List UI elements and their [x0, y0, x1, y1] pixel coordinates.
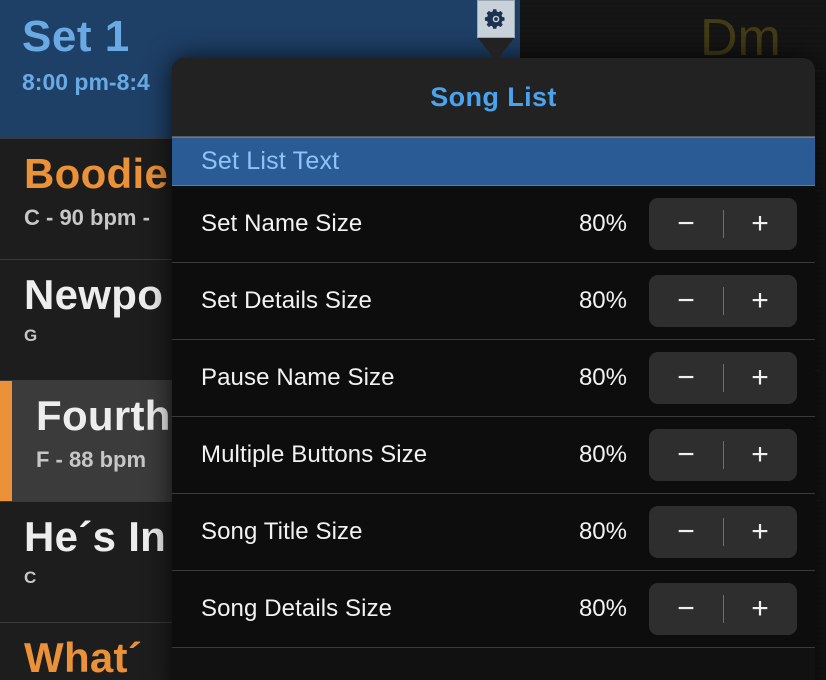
setting-row-set-name-size[interactable]: Set Name Size 80% − + [172, 186, 815, 263]
dialog-pointer [477, 37, 515, 61]
setting-value: 80% [578, 518, 627, 545]
stepper-divider [723, 364, 724, 392]
section-header-label: Set List Text [201, 147, 340, 175]
setting-value: 80% [578, 595, 627, 622]
setting-value: 80% [578, 287, 627, 314]
stepper-divider [723, 441, 724, 469]
decrement-button[interactable]: − [649, 506, 723, 558]
setting-label: Pause Name Size [201, 364, 395, 391]
setting-label: Set Details Size [201, 287, 373, 314]
decrement-button[interactable]: − [649, 429, 723, 481]
decrement-button[interactable]: − [649, 583, 723, 635]
decrement-button[interactable]: − [649, 275, 723, 327]
increment-button[interactable]: + [723, 352, 797, 404]
setting-value: 80% [578, 441, 627, 468]
app-root: Dm G C E A B Set 1 8:00 pm-8:4 Boodie C … [0, 0, 826, 680]
increment-button[interactable]: + [723, 198, 797, 250]
setting-row-multiple-buttons-size[interactable]: Multiple Buttons Size 80% − + [172, 417, 815, 494]
setting-row-set-details-size[interactable]: Set Details Size 80% − + [172, 263, 815, 340]
stepper-song-title-size[interactable]: − + [649, 506, 797, 558]
setting-row-song-details-size[interactable]: Song Details Size 80% − + [172, 571, 815, 648]
stepper-divider [723, 518, 724, 546]
increment-button[interactable]: + [723, 275, 797, 327]
section-header-set-list-text[interactable]: Set List Text [172, 137, 815, 186]
stepper-divider [723, 210, 724, 238]
gear-icon [484, 7, 508, 31]
gear-button[interactable] [477, 0, 515, 38]
stepper-multiple-buttons-size[interactable]: − + [649, 429, 797, 481]
stepper-set-details-size[interactable]: − + [649, 275, 797, 327]
decrement-button[interactable]: − [649, 352, 723, 404]
setting-value: 80% [578, 364, 627, 391]
dialog-header: Song List [172, 58, 815, 137]
stepper-divider [723, 287, 724, 315]
decrement-button[interactable]: − [649, 198, 723, 250]
set-name: Set 1 [22, 12, 130, 61]
increment-button[interactable]: + [723, 583, 797, 635]
stepper-song-details-size[interactable]: − + [649, 583, 797, 635]
stepper-set-name-size[interactable]: − + [649, 198, 797, 250]
setting-value: 80% [578, 210, 627, 237]
setting-label: Multiple Buttons Size [201, 441, 428, 468]
setting-label: Set Name Size [201, 210, 363, 237]
dialog-title: Song List [430, 81, 557, 112]
setting-label: Song Title Size [201, 518, 363, 545]
setting-row-pause-name-size[interactable]: Pause Name Size 80% − + [172, 340, 815, 417]
stepper-pause-name-size[interactable]: − + [649, 352, 797, 404]
setting-label: Song Details Size [201, 595, 393, 622]
song-list-settings-dialog: Song List Set List Text Set Name Size 80… [172, 58, 815, 680]
selected-indicator-bar [0, 381, 12, 501]
stepper-divider [723, 595, 724, 623]
setting-row-song-title-size[interactable]: Song Title Size 80% − + [172, 494, 815, 571]
increment-button[interactable]: + [723, 506, 797, 558]
increment-button[interactable]: + [723, 429, 797, 481]
